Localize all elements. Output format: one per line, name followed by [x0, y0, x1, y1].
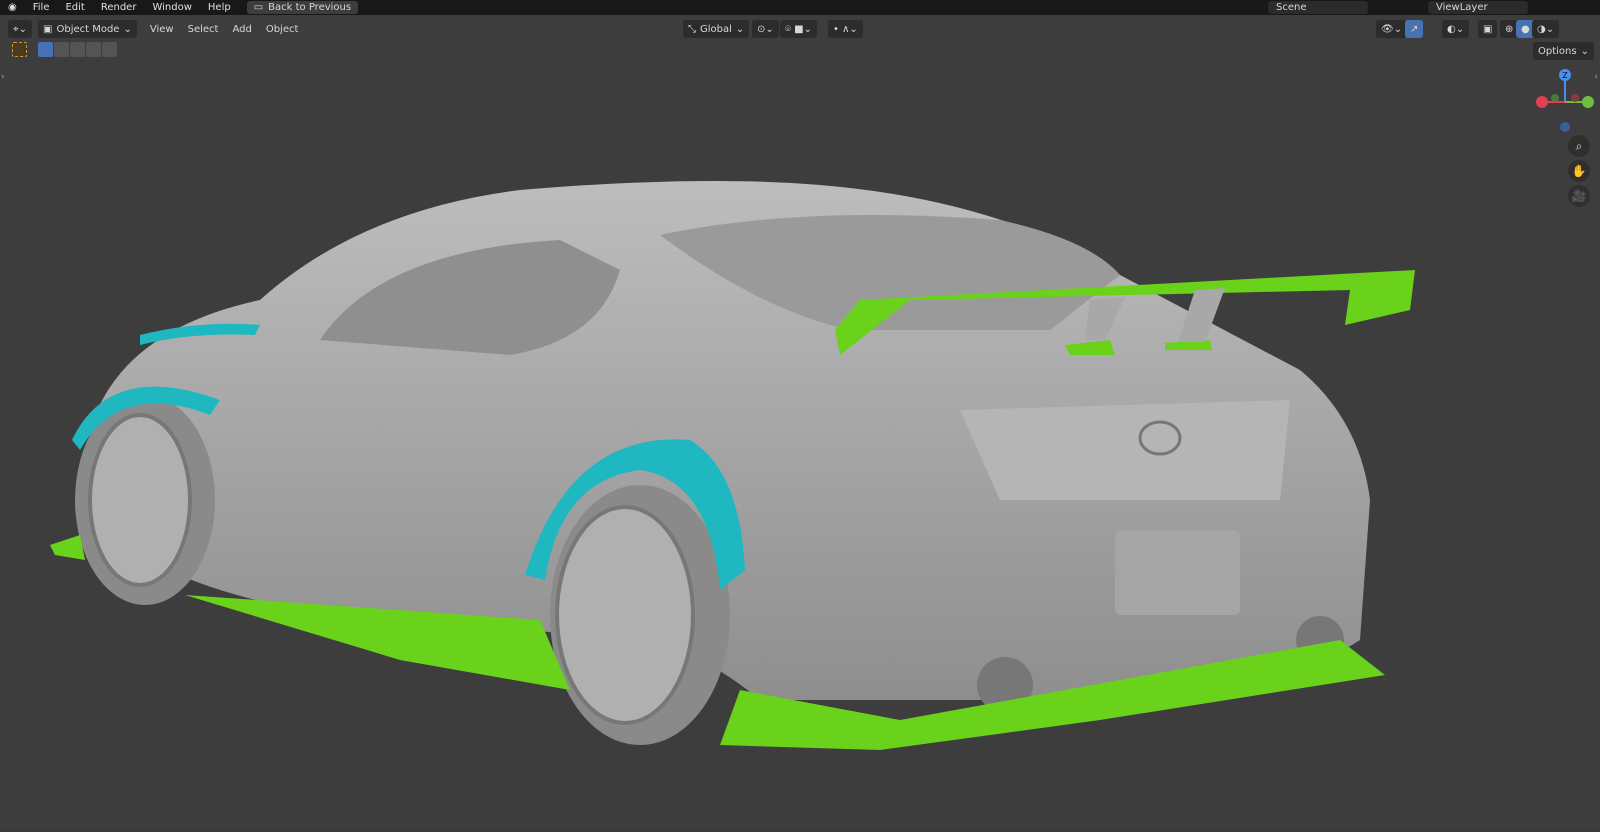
menu-help[interactable]: Help [200, 2, 239, 13]
proportional-edit[interactable]: • ∧⌄ [828, 20, 863, 38]
active-tool[interactable] [12, 42, 27, 58]
trunk [960, 400, 1290, 500]
top-bar: ◉ File Edit Render Window Help ▭ Back to … [0, 0, 1600, 15]
shading-material[interactable]: ◑⌄ [1532, 20, 1560, 38]
viewport-header: ⌖⌄ ▣ Object Mode ⌄ View Select Add Object… [0, 18, 1600, 40]
camera-icon[interactable]: 🎥 [1568, 185, 1590, 207]
orientation-dropdown[interactable]: ⤡ Global ⌄ [683, 20, 750, 38]
select-extend-icon[interactable] [54, 42, 69, 57]
svg-text:Z: Z [1562, 71, 1568, 80]
object-mode-icon: ▣ [43, 23, 53, 35]
car-model [50, 181, 1415, 750]
menu-window[interactable]: Window [144, 2, 199, 13]
pan-hand-icon[interactable]: ✋ [1568, 160, 1590, 182]
license-plate [1115, 530, 1240, 615]
gizmo-y-axis [1582, 96, 1594, 108]
menu-edit[interactable]: Edit [57, 2, 92, 13]
overlays-toggle[interactable]: ◐⌄ [1442, 20, 1470, 38]
editor-type-button[interactable]: ⌖⌄ [8, 20, 33, 38]
snap-toggle[interactable]: ⌾ ■⌄ [780, 20, 818, 38]
sidebar-expand-icon[interactable]: ‹ [1594, 72, 1598, 82]
selection-mode-buttons[interactable] [38, 42, 117, 58]
options-dropdown[interactable]: Options ⌄ [1533, 42, 1594, 60]
toolbar-expand-icon[interactable]: › [1, 72, 5, 82]
zoom-icon[interactable]: ⌕ [1568, 135, 1590, 157]
menu-add[interactable]: Add [225, 24, 258, 35]
select-tool-icon [12, 42, 27, 57]
select-invert-icon[interactable] [86, 42, 101, 57]
menu-file[interactable]: File [25, 2, 58, 13]
pivot-dropdown[interactable]: ⊙⌄ [752, 20, 779, 38]
3d-viewport[interactable] [0, 15, 1600, 829]
scene-field[interactable]: Scene [1268, 1, 1368, 14]
back-to-previous-button[interactable]: ▭ Back to Previous [246, 1, 359, 14]
menu-object[interactable]: Object [259, 24, 306, 35]
visibility-dropdown[interactable]: 👁⌄ [1376, 20, 1408, 38]
menu-select[interactable]: Select [181, 24, 226, 35]
xray-toggle[interactable]: ▣ [1478, 20, 1498, 38]
select-subtract-icon[interactable] [70, 42, 85, 57]
select-intersect-icon[interactable] [102, 42, 117, 57]
blender-logo-icon[interactable]: ◉ [0, 2, 25, 13]
gizmo-x-axis [1536, 96, 1548, 108]
menu-view[interactable]: View [143, 24, 181, 35]
menu-render[interactable]: Render [93, 2, 145, 13]
navigation-gizmo[interactable]: Z [1530, 62, 1600, 242]
gizmo-toggle[interactable]: ↗ [1405, 20, 1424, 38]
select-new-icon[interactable] [38, 42, 53, 57]
monitor-icon: ▭ [253, 2, 264, 13]
mode-dropdown[interactable]: ▣ Object Mode ⌄ [38, 20, 137, 38]
view-layer-field[interactable]: ViewLayer [1428, 1, 1528, 14]
